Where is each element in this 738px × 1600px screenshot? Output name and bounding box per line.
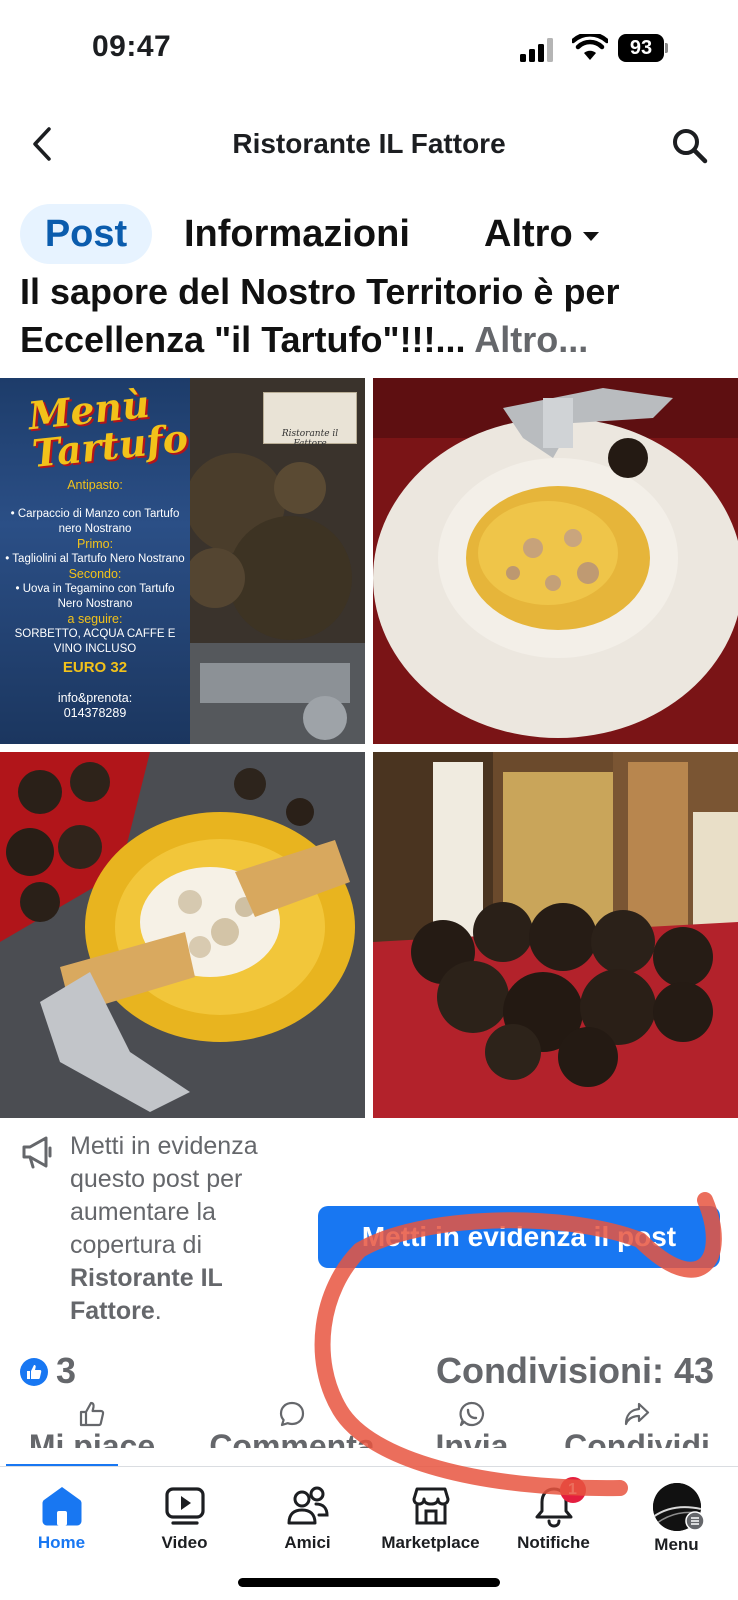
nav-menu-label: Menu [654,1535,699,1554]
nav-marketplace-label: Marketplace [381,1533,480,1552]
see-more-link[interactable]: Altro... [474,319,588,360]
photo-tagliolini[interactable] [373,378,738,744]
nav-video[interactable]: Video [123,1483,246,1553]
status-bar: 09:47 93 [0,0,738,100]
wifi-icon [572,34,608,60]
boost-text-suffix: . [154,1297,162,1325]
poster-menu-text: Antipasto: • Carpaccio di Manzo con Tart… [4,478,186,721]
comment-icon [279,1401,305,1427]
marketplace-icon [412,1487,449,1525]
search-button[interactable] [668,124,712,168]
nav-friends[interactable]: Amici [246,1483,369,1553]
post-photo-grid: Menù Tartufo Antipasto: • Carpaccio di M… [0,378,738,1118]
tagliolini-image [373,378,738,744]
comment-button[interactable]: Commenta [200,1400,384,1448]
like-label: Mi piace [28,1428,156,1448]
tab-informazioni[interactable]: Informazioni [184,204,410,264]
caret-down-icon [582,231,599,241]
poster-secondo-heading: Secondo: [68,567,122,581]
nav-notifications-label: Notifiche [517,1533,590,1552]
boost-text-prefix: Metti in evidenza questo post per aument… [70,1132,258,1259]
post-actions: Mi piace Commenta Invia Condividi [0,1400,738,1448]
photo-truffles-dining-room[interactable] [373,752,738,1118]
send-label: Invia [435,1428,509,1448]
share-icon [624,1402,650,1426]
comment-label: Commenta [209,1428,375,1448]
search-icon [673,129,708,164]
eggs-image [0,752,365,1118]
notification-badge: 1 [559,1477,586,1503]
thumbs-up-icon [79,1401,105,1427]
poster-price: EURO 32 [62,659,128,676]
boost-post-button[interactable]: Metti in evidenza il post [318,1206,720,1268]
poster-antipasto: • Carpaccio di Manzo con Tartufo nero No… [10,508,180,535]
nav-friends-label: Amici [284,1533,331,1552]
home-icon [42,1487,81,1526]
battery-tip [665,43,668,53]
video-icon [164,1487,205,1525]
poster-primo-heading: Primo: [76,537,114,551]
like-button[interactable]: Mi piace [0,1400,184,1448]
boost-page-name: Ristorante IL Fattore [70,1264,223,1325]
page-tabs: Post Informazioni Altro [20,204,720,264]
chevron-left-icon [33,127,51,161]
nav-menu[interactable]: Menu [615,1483,738,1555]
like-reaction-icon[interactable] [20,1358,48,1386]
thumbs-up-icon [27,1365,42,1379]
whatsapp-icon [459,1401,485,1427]
megaphone-icon [22,1136,52,1169]
battery-icon: 93 [618,34,668,62]
share-count[interactable]: Condivisioni: 43 [436,1350,714,1392]
restaurant-logo: Ristorante il Fattore [263,392,357,449]
boost-description: Metti in evidenza questo post per aument… [70,1130,310,1328]
poster-contact-label: info&prenota: [57,691,133,705]
truffles-image [373,752,738,1118]
back-button[interactable] [22,122,62,166]
share-button[interactable]: Condividi [545,1400,729,1448]
poster-seguire-heading: a seguire: [67,612,123,626]
photo-eggs-tegamino[interactable] [0,752,365,1118]
photo-menu-poster[interactable]: Menù Tartufo Antipasto: • Carpaccio di M… [0,378,365,744]
menu-hamburger-badge-icon [685,1511,705,1531]
nav-home-label: Home [37,1533,86,1552]
poster-phone: 014378289 [63,706,127,720]
battery-level: 93 [618,34,664,62]
home-indicator [238,1578,500,1587]
friends-icon [287,1486,329,1525]
tab-altro[interactable]: Altro [484,204,599,264]
tab-post[interactable]: Post [20,204,152,264]
tab-altro-label: Altro [484,213,573,255]
poster-antipasto-heading: Antipasto: [67,478,123,492]
cellular-signal-icon [520,38,553,62]
like-count[interactable]: 3 [56,1350,76,1392]
post-text: Il sapore del Nostro Territorio è per Ec… [20,268,720,364]
menu-poster-panel: Menù Tartufo Antipasto: • Carpaccio di M… [0,378,190,744]
poster-seguire: SORBETTO, ACQUA CAFFE E VINO INCLUSO [14,628,176,655]
boost-prompt: Metti in evidenza questo post per aument… [20,1120,720,1340]
nav-video-label: Video [161,1533,208,1552]
nav-home[interactable]: Home [0,1483,123,1553]
share-label: Condividi [564,1428,710,1448]
nav-marketplace[interactable]: Marketplace [369,1483,492,1553]
page-title: Ristorante IL Fattore [232,128,506,159]
poster-primo: • Tagliolini al Tartufo Nero Nostrano [5,553,185,565]
status-time: 09:47 [92,30,172,63]
poster-title: Menù Tartufo [26,381,190,476]
poster-secondo: • Uova in Tegamino con Tartufo Nero Nost… [15,583,175,610]
nav-notifications[interactable]: 1 Notifiche [492,1477,615,1553]
send-whatsapp-button[interactable]: Invia [380,1400,564,1448]
